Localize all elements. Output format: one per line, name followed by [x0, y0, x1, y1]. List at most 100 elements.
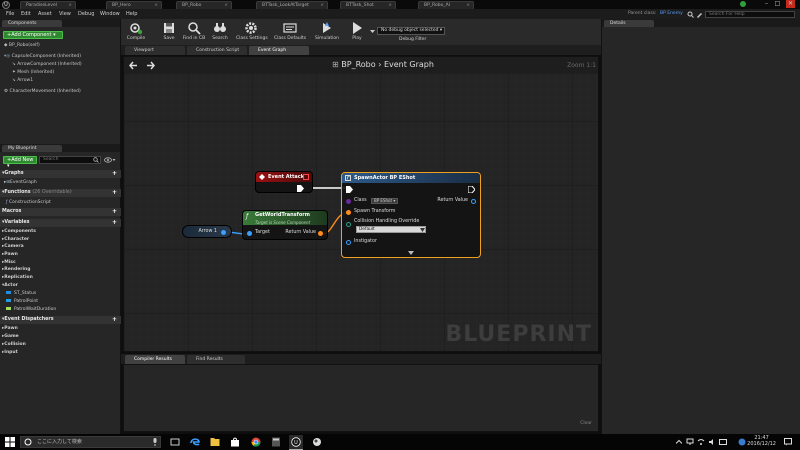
close-icon[interactable]: ×: [68, 2, 72, 9]
spawn-transform-pin[interactable]: [346, 210, 351, 215]
variable-patrol-point[interactable]: PatrolPoint: [6, 298, 38, 305]
tab-bp-hero[interactable]: BP_Hero ×: [106, 1, 162, 9]
file-explorer-icon[interactable]: [210, 437, 220, 447]
event-attack-node[interactable]: Event Attack: [255, 171, 313, 193]
volume-icon[interactable]: [708, 438, 716, 446]
delegate-pin-icon[interactable]: [303, 174, 309, 180]
expand-pins-icon[interactable]: [408, 251, 414, 255]
component-arrow[interactable]: ↘ ArrowComponent (Inherited): [12, 62, 82, 68]
spawn-actor-node[interactable]: SpawnActor BP EShot Class BP EShot ▾ Ret…: [341, 172, 481, 258]
edit-icon[interactable]: [696, 11, 703, 18]
tab-viewport[interactable]: Viewport: [125, 46, 185, 55]
parent-class-link[interactable]: BP Enemy: [660, 10, 683, 18]
dispatcher-category-input[interactable]: ▸Input: [2, 349, 18, 356]
arrow1-variable-node[interactable]: Arrow 1: [182, 225, 232, 238]
add-dispatcher-icon[interactable]: +: [112, 316, 117, 324]
instigator-pin[interactable]: [346, 240, 351, 245]
exec-out-pin[interactable]: [468, 186, 475, 193]
variable-category-character[interactable]: ▸Character: [2, 236, 29, 243]
compile-button[interactable]: Compile: [123, 21, 149, 44]
search-button[interactable]: Search: [207, 21, 233, 44]
variable-category-actor[interactable]: ▾Actor: [2, 282, 18, 289]
variable-category-misc[interactable]: ▸Misc: [2, 259, 16, 266]
class-select[interactable]: BP EShot ▾: [371, 198, 399, 204]
chevron-down-icon[interactable]: [370, 29, 375, 34]
macros-section[interactable]: Macros +: [0, 208, 121, 216]
edge-icon[interactable]: [190, 437, 200, 447]
close-icon[interactable]: ×: [388, 2, 392, 9]
clear-button[interactable]: Clear: [580, 421, 592, 426]
add-component-button[interactable]: +Add Component ▾: [3, 31, 63, 39]
close-button[interactable]: ✕: [786, 0, 795, 8]
help-search-input[interactable]: Search For Help: [705, 11, 795, 18]
input-method-icon[interactable]: [719, 438, 727, 446]
wifi-icon[interactable]: [697, 438, 705, 446]
close-icon[interactable]: ×: [154, 2, 158, 9]
variable-st-status[interactable]: ST_Status: [6, 290, 36, 297]
add-graph-icon[interactable]: +: [112, 170, 117, 178]
chrome-icon[interactable]: [251, 437, 261, 447]
menu-view[interactable]: View: [59, 10, 71, 18]
app-icon[interactable]: [312, 437, 322, 447]
task-view-icon[interactable]: [170, 437, 180, 447]
variable-category-replication[interactable]: ▸Replication: [2, 274, 33, 281]
view-options-icon[interactable]: [104, 157, 116, 163]
browse-icon[interactable]: [687, 11, 694, 18]
notification-icon[interactable]: [738, 0, 747, 8]
component-root[interactable]: ◆ BP_Robo(self): [4, 43, 40, 49]
menu-asset[interactable]: Asset: [38, 10, 52, 18]
close-icon[interactable]: ×: [224, 2, 228, 9]
dispatcher-category-collision[interactable]: ▸Collision: [2, 341, 26, 348]
tab-bttask-lookattarget[interactable]: BTTask_LookAtTarget ×: [256, 1, 328, 9]
event-graph-canvas[interactable]: ⊞ BP_Robo › Event Graph Zoom 1:1 Event A…: [123, 56, 599, 352]
tab-find-results[interactable]: Find Results: [187, 355, 245, 364]
dispatcher-category-pawn[interactable]: ▸Pawn: [2, 325, 18, 332]
tab-compiler-results[interactable]: Compiler Results: [125, 355, 185, 364]
component-capsule[interactable]: ▾◎ CapsuleComponent (Inherited): [4, 54, 81, 60]
tab-construction-script[interactable]: Construction Script: [187, 46, 247, 55]
menu-window[interactable]: Window: [100, 10, 120, 18]
variable-category-pawn[interactable]: ▸Pawn: [2, 251, 18, 258]
exec-out-pin[interactable]: [297, 185, 304, 192]
component-arrow1[interactable]: ↘ Arrow1: [12, 78, 33, 84]
collision-select[interactable]: Default: [356, 226, 426, 233]
ime-icon[interactable]: [738, 438, 746, 446]
forward-arrow-icon[interactable]: [146, 61, 155, 70]
add-macro-icon[interactable]: +: [112, 208, 117, 216]
microphone-icon[interactable]: [152, 438, 158, 446]
find-in-cb-button[interactable]: Find in CB: [181, 21, 207, 44]
menu-help[interactable]: Help: [126, 10, 137, 18]
arrow1-out-pin[interactable]: [221, 230, 226, 235]
maximize-button[interactable]: □: [773, 0, 782, 8]
unreal-taskbar-item[interactable]: U: [289, 435, 303, 450]
close-icon[interactable]: ×: [320, 2, 324, 9]
add-function-icon[interactable]: +: [112, 189, 117, 197]
save-button[interactable]: Save: [156, 21, 182, 44]
graph-item-eventgraph[interactable]: ▸⊞EventGraph: [4, 179, 37, 186]
calculator-icon[interactable]: [271, 437, 281, 447]
play-button[interactable]: Play: [344, 21, 370, 44]
tab-event-graph[interactable]: Event Graph: [249, 46, 309, 55]
simulation-button[interactable]: Simulation: [313, 21, 341, 44]
back-arrow-icon[interactable]: [129, 61, 138, 70]
target-pin[interactable]: [247, 231, 252, 236]
variable-category-rendering[interactable]: ▸Rendering: [2, 266, 30, 273]
variable-category-components[interactable]: ▸Components: [2, 228, 36, 235]
components-tab[interactable]: Components: [2, 20, 62, 27]
get-world-transform-node[interactable]: GetWorldTransform Target is Scene Compon…: [242, 210, 328, 240]
store-icon[interactable]: [230, 437, 240, 447]
function-item-constructionscript[interactable]: ƒ ConstructionScript: [6, 199, 51, 206]
add-variable-icon[interactable]: +: [112, 219, 117, 227]
dispatcher-category-game[interactable]: ▸Game: [2, 333, 19, 340]
class-pin[interactable]: [346, 199, 351, 204]
network-icon[interactable]: [686, 438, 694, 446]
tab-bp-robo[interactable]: BP_Robo ×: [176, 1, 232, 9]
class-settings-button[interactable]: Class Settings: [236, 21, 268, 44]
details-tab[interactable]: Details: [604, 20, 654, 27]
windows-start-icon[interactable]: [5, 437, 15, 447]
minimize-button[interactable]: –: [762, 0, 771, 8]
class-defaults-button[interactable]: Class Defaults: [274, 21, 306, 44]
collision-pin[interactable]: [346, 222, 351, 227]
variable-patrol-wait-duration[interactable]: PatrolWaitDuration: [6, 306, 56, 313]
action-center-icon[interactable]: [784, 438, 792, 446]
